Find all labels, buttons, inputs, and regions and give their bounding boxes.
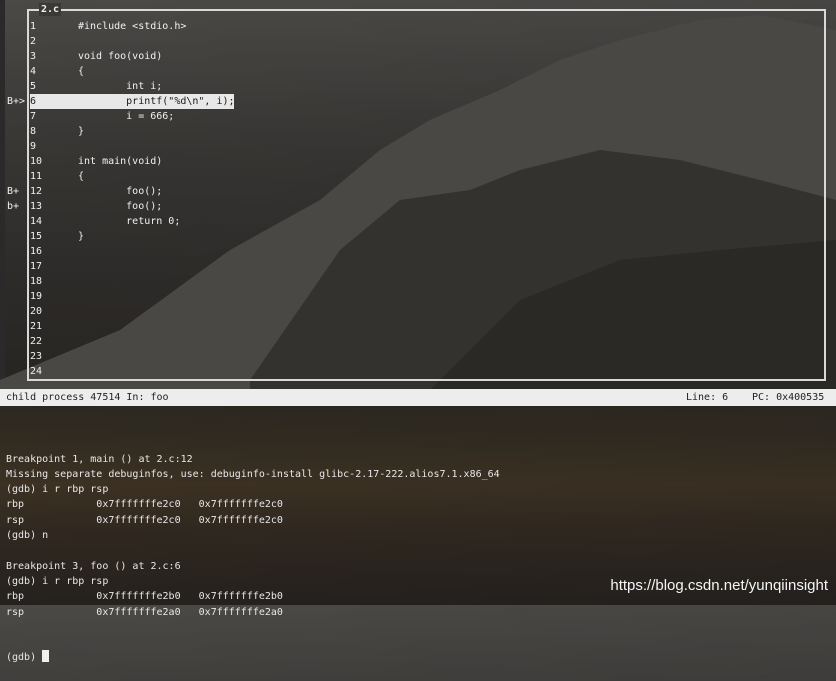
source-line: 19 — [30, 289, 822, 304]
line-number: 15 — [30, 231, 43, 242]
console-line: Breakpoint 1, main () at 2.c:12 — [6, 453, 193, 465]
code-text: foo(); — [78, 201, 163, 212]
line-number: 4 — [30, 66, 37, 77]
code-text: i = 666; — [78, 111, 175, 122]
line-number: 21 — [30, 321, 43, 332]
breakpoint-marker: B+ — [7, 186, 20, 197]
status-bar: child process 47514 In: foo Line: 6 PC: … — [0, 389, 836, 406]
line-number: 24 — [30, 366, 43, 377]
code-text: foo(); — [78, 186, 163, 197]
line-number: 17 — [30, 261, 43, 272]
pc-indicator: PC: 0x400535 — [752, 392, 825, 403]
gdb-console[interactable]: Breakpoint 1, main () at 2.c:12 Missing s… — [6, 421, 826, 681]
console-line: rsp 0x7fffffffe2c0 0x7fffffffe2c0 — [6, 514, 283, 526]
source-line: 11 { — [30, 169, 822, 184]
console-output: Breakpoint 1, main () at 2.c:12 Missing s… — [6, 452, 826, 620]
process-status: child process 47514 In: foo — [6, 392, 169, 403]
source-line: 13 foo(); — [30, 199, 822, 214]
code-text: printf("%d\n", i); — [78, 96, 235, 107]
source-line: 10 int main(void) — [30, 154, 822, 169]
source-line: 17 — [30, 259, 822, 274]
console-line: (gdb) n — [6, 530, 49, 542]
source-line: 1 #include <stdio.h> — [30, 19, 822, 34]
line-number: 22 — [30, 336, 43, 347]
terminal-left-edge — [0, 0, 5, 400]
code-text: void foo(void) — [78, 51, 163, 62]
source-line: 22 — [30, 334, 822, 349]
line-number: 9 — [30, 141, 37, 152]
source-line: 21 — [30, 319, 822, 334]
code-text: int main(void) — [78, 156, 163, 167]
console-prompt-line[interactable]: (gdb) — [6, 650, 826, 665]
code-text: } — [78, 231, 85, 242]
line-number: 18 — [30, 276, 43, 287]
line-number: 23 — [30, 351, 43, 362]
source-line: 9 — [30, 139, 822, 154]
line-number: 14 — [30, 216, 43, 227]
line-number: 3 — [30, 51, 37, 62]
console-line: rbp 0x7fffffffe2c0 0x7fffffffe2c0 — [6, 499, 283, 511]
line-number: 13 — [30, 201, 43, 212]
code-text: } — [78, 126, 85, 137]
gdb-prompt: (gdb) — [6, 652, 43, 664]
line-number: 1 — [30, 21, 37, 32]
console-line: (gdb) i r rbp rsp — [6, 484, 109, 496]
line-number: 2 — [30, 36, 37, 47]
source-line: 6 printf("%d\n", i); — [30, 94, 235, 109]
line-number: 6 — [30, 96, 37, 107]
source-line: 20 — [30, 304, 822, 319]
line-number: 11 — [30, 171, 43, 182]
code-text: { — [78, 171, 85, 182]
line-number: 19 — [30, 291, 43, 302]
code-text: { — [78, 66, 85, 77]
console-line: rsp 0x7fffffffe2a0 0x7fffffffe2a0 — [6, 606, 283, 618]
line-number: 20 — [30, 306, 43, 317]
text-cursor — [42, 650, 50, 663]
source-window-title: 2.c — [39, 3, 62, 16]
code-text: #include <stdio.h> — [78, 21, 187, 32]
source-line: 3 void foo(void) — [30, 49, 822, 64]
source-line: 2 — [30, 34, 822, 49]
line-number: 5 — [30, 81, 37, 92]
line-number: 7 — [30, 111, 37, 122]
line-number: 10 — [30, 156, 43, 167]
source-line: 5 int i; — [30, 79, 822, 94]
source-line: 15} — [30, 229, 822, 244]
watermark: https://blog.csdn.net/yunqiinsight — [610, 577, 828, 594]
source-line: 24 — [30, 364, 822, 379]
breakpoint-marker: B+> — [7, 96, 26, 107]
code-text: return 0; — [78, 216, 181, 227]
code-text: int i; — [78, 81, 163, 92]
line-number: 8 — [30, 126, 37, 137]
source-line: 7 i = 666; — [30, 109, 822, 124]
source-line: 18 — [30, 274, 822, 289]
line-number: 16 — [30, 246, 43, 257]
line-indicator: Line: 6 — [686, 392, 729, 403]
console-line: Breakpoint 3, foo () at 2.c:6 — [6, 560, 181, 572]
source-line: 8} — [30, 124, 822, 139]
source-line: 16 — [30, 244, 822, 259]
source-line: 14 return 0; — [30, 214, 822, 229]
source-line: 12 foo(); — [30, 184, 822, 199]
source-line: 23 — [30, 349, 822, 364]
console-line: Missing separate debuginfos, use: debugi… — [6, 468, 500, 480]
breakpoint-marker: b+ — [7, 201, 20, 212]
line-number: 12 — [30, 186, 43, 197]
source-line: 4{ — [30, 64, 822, 79]
